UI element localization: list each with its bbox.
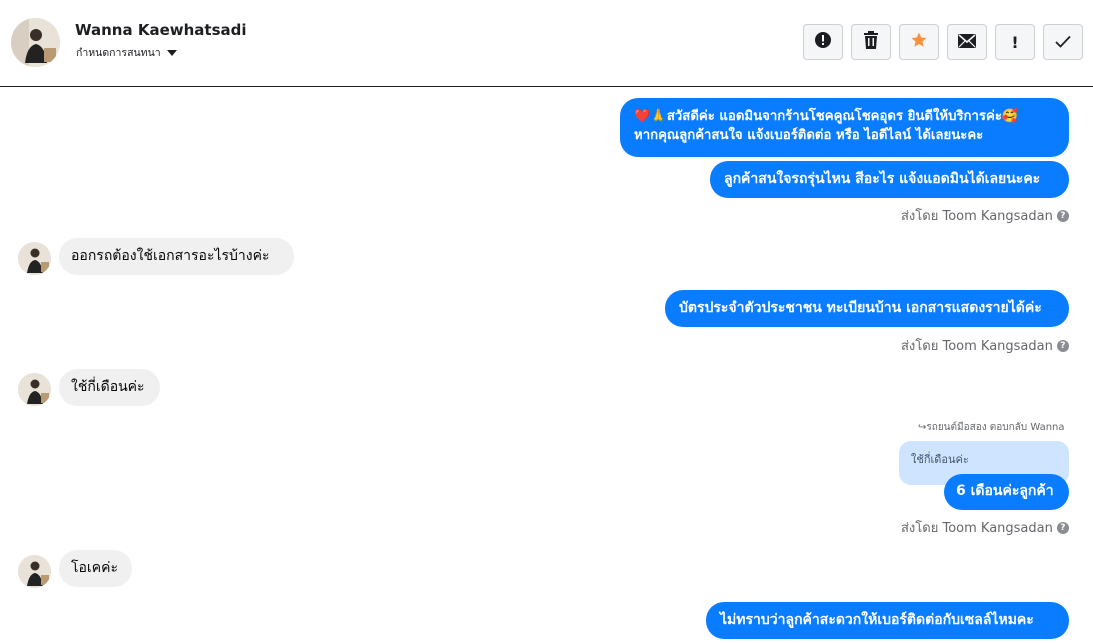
contact-name[interactable]: Wanna Kaewhatsadi [75,21,247,39]
sender-avatar[interactable] [18,242,51,275]
help-icon[interactable]: ? [1056,521,1069,534]
assign-label: กำหนดการสนทนา [76,47,161,59]
alert-circle-icon [814,31,832,53]
star-icon [910,31,928,53]
chevron-down-icon [166,49,177,56]
mail-icon [958,33,976,52]
outgoing-message[interactable]: ไม่ทราบว่าลูกค้าสะดวกให้เบอร์ติดต่อกับเซ… [706,602,1069,639]
incoming-message[interactable]: โอเคค่ะ [59,550,132,587]
outgoing-message[interactable]: บัตรประจำตัวประชาชน ทะเบียนบ้าน เอกสารแส… [665,290,1069,327]
outgoing-message[interactable]: 6 เดือนค่ะลูกค้า [944,474,1069,510]
outgoing-message[interactable]: ❤️🙏สวัสดีค่ะ แอดมินจากร้านโชคคูณโชคอุดร … [620,98,1069,157]
exclamation-icon: ! [1011,32,1019,52]
follow-up-button[interactable]: ! [995,24,1035,60]
star-button[interactable] [899,24,939,60]
conversation-header: Wanna Kaewhatsadi กำหนดการสนทนา ! [0,0,1093,87]
mark-unread-button[interactable] [947,24,987,60]
sender-avatar[interactable] [18,373,51,406]
sent-by-label: ส่งโดย Toom Kangsadan ? [901,205,1069,226]
assign-conversation-dropdown[interactable]: กำหนดการสนทนา [76,44,177,61]
trash-icon [863,31,879,53]
sender-avatar[interactable] [18,555,51,588]
sent-by-label: ส่งโดย Toom Kangsadan ? [901,517,1069,538]
incoming-message[interactable]: ใช้กี่เดือนค่ะ [59,369,160,406]
mark-done-button[interactable] [1043,24,1083,60]
message-text: ❤️🙏สวัสดีค่ะ แอดมินจากร้านโชคคูณโชคอุดร … [634,109,1019,124]
help-icon[interactable]: ? [1056,339,1069,352]
sent-by-label: ส่งโดย Toom Kangsadan ? [901,335,1069,356]
delete-button[interactable] [851,24,891,60]
outgoing-message[interactable]: ลูกค้าสนใจรถรุ่นไหน สีอะไร แจ้งแอดมินได้… [710,161,1069,198]
check-icon [1055,33,1071,52]
incoming-message[interactable]: ออกรถต้องใช้เอกสารอะไรบ้างค่ะ [59,238,294,275]
contact-avatar[interactable] [11,18,60,67]
message-text: หากคุณลูกค้าสนใจ แจ้งเบอร์ติดต่อ หรือ ไอ… [634,128,984,143]
reply-indicator: ↪รถยนต์มือสอง ตอบกลับ Wanna [918,422,1065,433]
help-icon[interactable]: ? [1056,209,1069,222]
mark-spam-button[interactable] [803,24,843,60]
